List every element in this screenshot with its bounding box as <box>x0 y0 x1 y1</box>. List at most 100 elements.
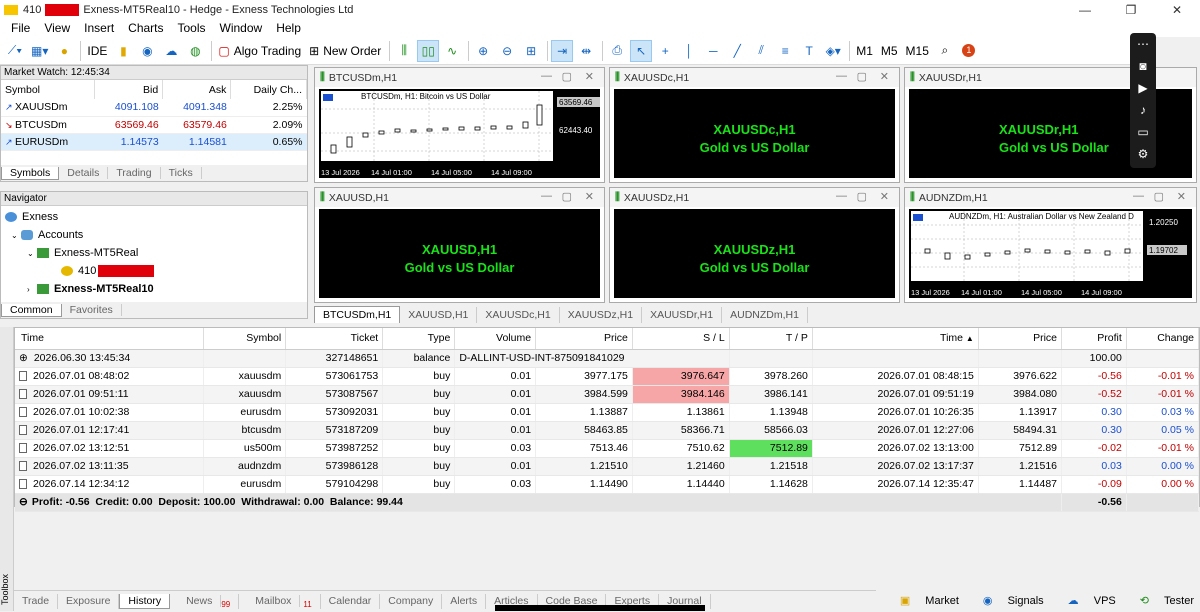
col-symbol[interactable]: Symbol <box>1 80 96 99</box>
maximize-icon[interactable]: ▢ <box>562 70 572 83</box>
chart-tab[interactable]: BTCUSDm,H1 <box>314 306 401 323</box>
coin-icon[interactable]: ● <box>53 40 75 62</box>
video-icon[interactable]: ▶ <box>1130 77 1156 99</box>
ide-button[interactable]: IDE <box>84 40 110 62</box>
minimize-button[interactable]: — <box>1062 0 1108 19</box>
line-chart-icon[interactable]: ∿ <box>441 40 463 62</box>
market-link[interactable]: ▣ Market <box>888 594 959 607</box>
tile-icon[interactable]: ⊞ <box>520 40 542 62</box>
close-icon[interactable]: ✕ <box>585 190 594 203</box>
fibo-icon[interactable]: ≡ <box>774 40 796 62</box>
table-row[interactable]: 2026.07.02 13:11:35 audnzdm 573986128 bu… <box>15 457 1200 476</box>
col-sl[interactable]: S / L <box>632 328 730 350</box>
chart-tab[interactable]: XAUUSDc,H1 <box>477 307 560 323</box>
maximize-icon[interactable]: ▢ <box>857 190 867 203</box>
menu-file[interactable]: File <box>4 21 37 35</box>
mic-icon[interactable]: ♪ <box>1130 99 1156 121</box>
restore-button[interactable]: ❐ <box>1108 0 1154 19</box>
col-tp[interactable]: T / P <box>729 328 813 350</box>
chart-canvas[interactable]: XAUUSD,H1 Gold vs US Dollar <box>319 209 600 298</box>
chart-window-xauusd[interactable]: ⫼ XAUUSD,H1 — ▢ ✕ XAUUSD,H1 Gold vs US Dolla… <box>314 187 605 303</box>
menu-charts[interactable]: Charts <box>121 21 170 35</box>
new-order-button[interactable]: ⊞ New Order <box>306 40 384 62</box>
tree-item-account[interactable]: 410 <box>1 262 307 280</box>
cloud-icon[interactable]: ☁ <box>160 40 182 62</box>
cursor-icon[interactable]: ↖ <box>630 39 653 62</box>
tab-trade[interactable]: Trade <box>14 593 59 609</box>
candles-icon[interactable]: ▯▯ <box>417 39 440 62</box>
minimize-icon[interactable]: — <box>836 70 847 82</box>
chart-window-xauusdc[interactable]: ⫼ XAUUSDc,H1 — ▢ ✕ XAUUSDc,H1 Gold vs US Dol… <box>609 67 900 183</box>
tab-news[interactable]: News 99 <box>170 593 240 609</box>
m5-button[interactable]: M5 <box>878 40 901 62</box>
table-row[interactable]: ↗ EURUSDm 1.14573 1.14581 0.65% <box>1 133 307 151</box>
toolbox-strip[interactable]: Toolbox <box>0 327 14 611</box>
tab-favorites[interactable]: Favorites <box>62 304 122 316</box>
col-price[interactable]: Price <box>535 328 633 350</box>
chart-shift-icon[interactable]: ⇹ <box>575 40 597 62</box>
table-row[interactable]: ⊕ 2026.06.30 13:45:34 327148651 balance D… <box>15 349 1200 368</box>
col-change[interactable]: Change <box>1126 328 1200 350</box>
tab-exposure[interactable]: Exposure <box>58 593 120 609</box>
gear-icon[interactable]: ⚙ <box>1130 143 1156 165</box>
screenshot-icon[interactable]: ⎙ <box>606 40 628 62</box>
table-row[interactable]: 2026.07.01 08:48:02 xauusdm 573061753 bu… <box>15 367 1200 386</box>
tab-details[interactable]: Details <box>59 167 109 179</box>
shapes-icon[interactable]: ◈▾ <box>822 40 844 62</box>
chart-canvas[interactable]: XAUUSDc,H1 Gold vs US Dollar <box>614 89 895 178</box>
col-symbol[interactable]: Symbol <box>203 328 287 350</box>
autoscroll-icon[interactable]: ⇥ <box>551 39 574 62</box>
table-row[interactable]: 2026.07.01 09:51:11 xauusdm 573087567 bu… <box>15 385 1200 404</box>
grip-icon[interactable]: ⋯ <box>1130 33 1156 55</box>
col-bid[interactable]: Bid <box>94 80 164 99</box>
col-ask[interactable]: Ask <box>162 80 232 99</box>
search-icon[interactable]: ⌕ <box>934 40 956 62</box>
chart-window-btcusdm[interactable]: ⫼ BTCUSDm,H1 — ▢ ✕ BTCUSDm, H1: Bitcoin vs … <box>314 67 605 183</box>
col-close-price[interactable]: Price <box>978 328 1063 350</box>
col-profit[interactable]: Profit <box>1061 328 1127 350</box>
table-row[interactable]: ↗ XAUUSDm 4091.108 4091.348 2.25% <box>1 99 307 117</box>
col-daily-change[interactable]: Daily Ch... <box>230 80 307 99</box>
vertical-line-icon[interactable]: │ <box>678 40 700 62</box>
tester-link[interactable]: ⟲ Tester <box>1128 594 1194 607</box>
tab-calendar[interactable]: Calendar <box>321 593 381 609</box>
minimize-icon[interactable]: — <box>541 70 552 82</box>
minimize-icon[interactable]: — <box>1133 190 1144 202</box>
chart-tab[interactable]: XAUUSD,H1 <box>400 307 478 323</box>
tree-item-server-2[interactable]: › Exness-MT5Real10 <box>1 280 307 298</box>
col-volume[interactable]: Volume <box>454 328 537 350</box>
tab-mailbox[interactable]: Mailbox 11 <box>239 593 321 609</box>
maximize-icon[interactable]: ▢ <box>562 190 572 203</box>
chart-tab[interactable]: AUDNZDm,H1 <box>722 307 808 323</box>
signal-icon[interactable]: ◉ <box>136 40 158 62</box>
minimize-icon[interactable]: — <box>541 190 552 202</box>
minimize-icon[interactable]: — <box>836 190 847 202</box>
menu-tools[interactable]: Tools <box>171 21 213 35</box>
text-icon[interactable]: T <box>798 40 820 62</box>
algo-trading-button[interactable]: ▢ Algo Trading <box>215 40 304 62</box>
lock-icon[interactable]: ▮ <box>112 40 134 62</box>
window-icon[interactable]: ▭ <box>1130 121 1156 143</box>
vps-link[interactable]: ☁ VPS <box>1056 594 1116 607</box>
close-icon[interactable]: ✕ <box>880 70 889 83</box>
table-row[interactable]: ↘ BTCUSDm 63569.46 63579.46 2.09% <box>1 116 307 134</box>
channel-icon[interactable]: ⫽ <box>750 40 772 62</box>
tab-symbols[interactable]: Symbols <box>1 166 60 180</box>
market-icon[interactable]: ◍ <box>184 40 206 62</box>
close-icon[interactable]: ✕ <box>1177 190 1186 203</box>
zoom-in-icon[interactable]: ⊕ <box>472 40 494 62</box>
horizontal-line-icon[interactable]: ─ <box>702 40 724 62</box>
table-row[interactable]: 2026.07.14 12:34:12 eurusdm 579104298 bu… <box>15 475 1200 494</box>
col-close-time[interactable]: Time ▲ <box>812 328 979 350</box>
chart-tab[interactable]: XAUUSDr,H1 <box>642 307 723 323</box>
table-row[interactable]: 2026.07.01 10:02:38 eurusdm 573092031 bu… <box>15 403 1200 422</box>
maximize-icon[interactable]: ▢ <box>1154 190 1164 203</box>
chart-canvas[interactable]: XAUUSDz,H1 Gold vs US Dollar <box>614 209 895 298</box>
chart-window-audnzdm[interactable]: ⫼ AUDNZDm,H1 — ▢ ✕ AUDNZDm, H1: Australian … <box>904 187 1197 303</box>
menu-view[interactable]: View <box>37 21 77 35</box>
trendline-icon[interactable]: ╱ <box>726 40 748 62</box>
tab-common[interactable]: Common <box>1 303 62 317</box>
chart-tab[interactable]: XAUUSDz,H1 <box>560 307 643 323</box>
table-row[interactable]: 2026.07.01 12:17:41 btcusdm 573187209 bu… <box>15 421 1200 440</box>
m1-button[interactable]: M1 <box>853 40 876 62</box>
